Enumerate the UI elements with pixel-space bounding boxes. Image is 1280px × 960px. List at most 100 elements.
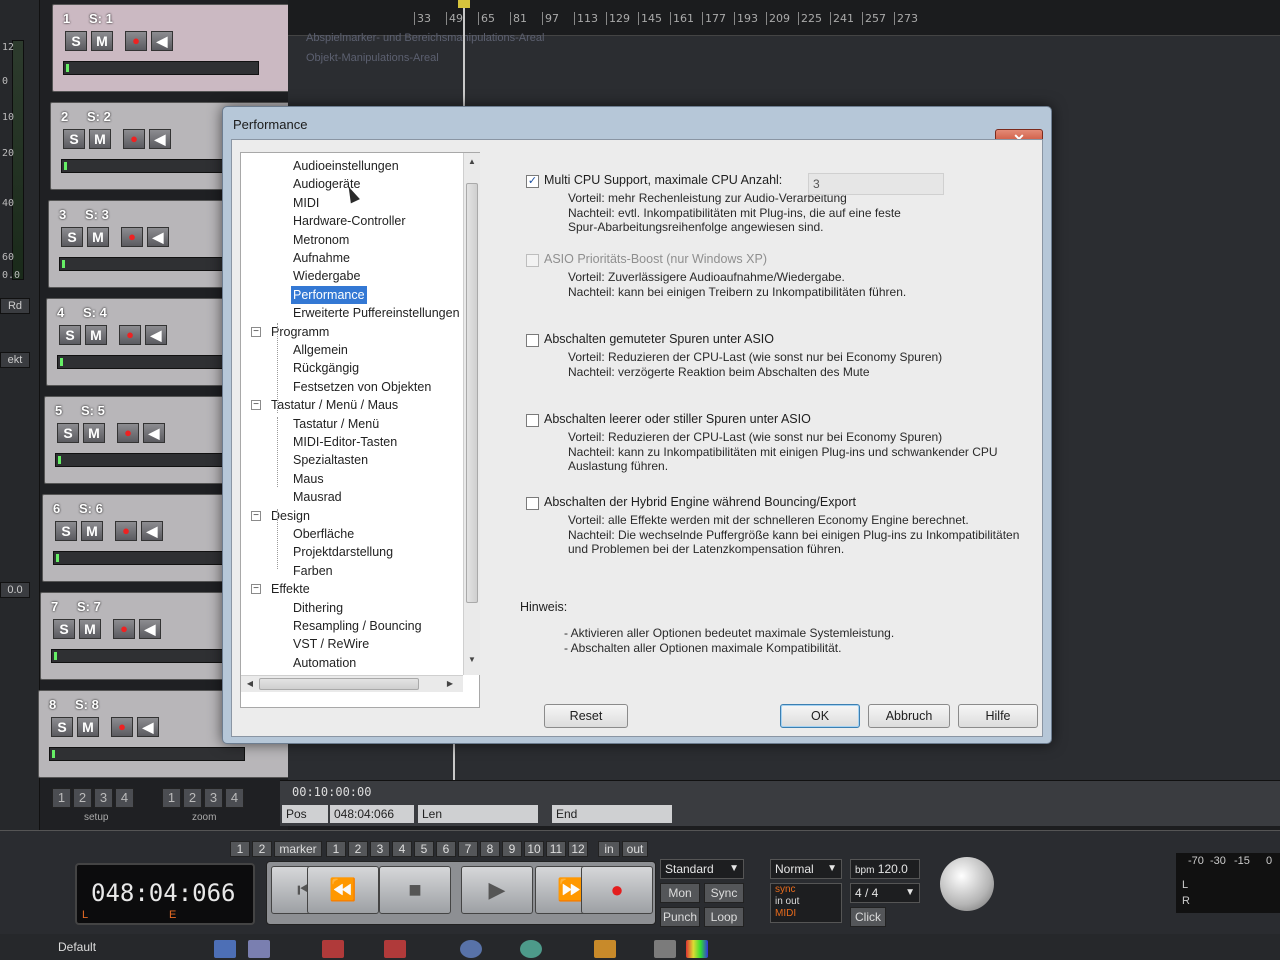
marker-button[interactable]: 4 <box>392 841 412 857</box>
monitor-button[interactable]: ◀ <box>141 521 163 541</box>
collapse-icon[interactable]: − <box>251 326 261 337</box>
mute-button[interactable]: M <box>85 325 107 345</box>
collapse-icon[interactable]: − <box>251 400 261 411</box>
option-checkbox[interactable] <box>526 334 539 347</box>
tree-item[interactable]: Programm <box>269 323 331 341</box>
track-volume-fader[interactable] <box>51 649 247 663</box>
playhead-line[interactable] <box>463 0 465 110</box>
mute-button[interactable]: M <box>81 521 103 541</box>
scroll-left-icon[interactable]: ◀ <box>243 679 257 688</box>
tree-item[interactable]: Metronom <box>291 231 351 249</box>
tree-item[interactable]: Wiedergabe <box>291 267 362 285</box>
len-field[interactable]: Len <box>418 805 538 823</box>
tool-icon-1[interactable] <box>214 940 236 958</box>
playhead-marker[interactable] <box>458 0 470 8</box>
record-arm-button[interactable]: ● <box>111 717 133 737</box>
tree-item[interactable]: Maus <box>291 470 326 488</box>
record-arm-button[interactable]: ● <box>115 521 137 541</box>
play-button[interactable]: ▶ <box>461 866 533 914</box>
help-button[interactable]: Hilfe <box>958 704 1038 728</box>
collapse-icon[interactable]: − <box>251 510 261 521</box>
tree-horizontal-scrollbar[interactable]: ◀ ▶ <box>241 675 463 692</box>
mute-button[interactable]: M <box>89 129 111 149</box>
wave-icon[interactable] <box>594 940 616 958</box>
record-eye-icon[interactable] <box>520 940 542 958</box>
solo-button[interactable]: S <box>53 619 75 639</box>
small-button-2[interactable]: 2 <box>252 841 272 857</box>
preset-select[interactable]: Default <box>58 940 96 954</box>
small-button-1[interactable]: 1 <box>230 841 250 857</box>
click-button[interactable]: Click <box>850 907 886 927</box>
tree-item[interactable]: Spezialtasten <box>291 451 370 469</box>
solo-button[interactable]: S <box>63 129 85 149</box>
marker-button[interactable]: 6 <box>436 841 456 857</box>
mute-button[interactable]: M <box>79 619 101 639</box>
tool-icon-2[interactable] <box>248 940 270 958</box>
time-display[interactable]: 048:04:066 L E <box>75 863 255 925</box>
tree-item[interactable]: VST / ReWire <box>291 635 371 653</box>
standard-select[interactable]: Standard ▼ <box>660 859 744 879</box>
tree-item[interactable]: Tastatur / Menü / Maus <box>269 396 400 414</box>
tree-item[interactable]: Automation <box>291 654 358 672</box>
option-label[interactable]: Abschalten leerer oder stiller Spuren un… <box>544 412 811 426</box>
record-arm-button[interactable]: ● <box>113 619 135 639</box>
sync-button[interactable]: Sync <box>704 883 744 903</box>
list-icon[interactable] <box>654 940 676 958</box>
tree-item[interactable]: Oberfläche <box>291 525 356 543</box>
tree-item[interactable]: Effekte <box>269 580 312 598</box>
eye-icon[interactable] <box>460 940 482 958</box>
solo-button[interactable]: S <box>65 31 87 51</box>
record-button[interactable]: ● <box>581 866 653 914</box>
solo-button[interactable]: S <box>57 423 79 443</box>
marker-button[interactable]: 12 <box>568 841 588 857</box>
track-header[interactable]: 1 S: 1 S M ● ◀ <box>52 4 318 92</box>
record-arm-button[interactable]: ● <box>117 423 139 443</box>
track-volume-fader[interactable] <box>63 61 259 75</box>
monitor-button[interactable]: ◀ <box>151 31 173 51</box>
tree-item[interactable]: Allgemein <box>291 341 350 359</box>
tree-item[interactable]: Performance <box>291 285 367 304</box>
timeline-ruler[interactable]: 33 49 65 81 97 113 129 145 161 177 193 209 225 241 257… <box>288 0 1280 36</box>
solo-button[interactable]: S <box>61 227 83 247</box>
zoom-button[interactable]: 2 <box>183 788 202 808</box>
tree-item[interactable]: Erweiterte Puffereinstellungen <box>291 304 462 322</box>
tree-item[interactable]: Tastatur / Menü <box>291 415 381 433</box>
zoom-button[interactable]: 1 <box>162 788 181 808</box>
side-label[interactable]: ekt <box>0 352 30 368</box>
spectrum-icon[interactable] <box>686 940 708 958</box>
mon-button[interactable]: Mon <box>660 883 700 903</box>
tree-item[interactable]: Farben <box>291 562 335 580</box>
side-label[interactable]: Rd <box>0 298 30 314</box>
tool-icon-3[interactable] <box>322 940 344 958</box>
tree-item[interactable]: Dithering <box>291 599 345 617</box>
mute-button[interactable]: M <box>83 423 105 443</box>
tree-item[interactable]: Aufnahme <box>291 249 352 267</box>
marker-out-button[interactable]: out <box>622 841 648 857</box>
tree-item[interactable]: Hardware-Controller <box>291 212 408 230</box>
tree-item[interactable]: MIDI-Editor-Tasten <box>291 433 399 451</box>
tree-horizontal-scroll-thumb[interactable] <box>259 678 419 690</box>
monitor-button[interactable]: ◀ <box>143 423 165 443</box>
solo-button[interactable]: S <box>59 325 81 345</box>
marker-button[interactable]: 2 <box>348 841 368 857</box>
volume-knob[interactable] <box>940 857 994 911</box>
marker-button[interactable]: 7 <box>458 841 478 857</box>
setup-button[interactable]: 1 <box>52 788 71 808</box>
cancel-button[interactable]: Abbruch <box>868 704 950 728</box>
normal-select[interactable]: Normal ▼ <box>770 859 842 879</box>
tree-item[interactable]: Projektdarstellung <box>291 543 395 561</box>
tree-item[interactable]: Audioeinstellungen <box>291 157 401 175</box>
setup-button[interactable]: 4 <box>115 788 134 808</box>
solo-button[interactable]: S <box>55 521 77 541</box>
scroll-down-icon[interactable]: ▼ <box>465 655 479 664</box>
collapse-icon[interactable]: − <box>251 584 261 595</box>
scroll-up-icon[interactable]: ▲ <box>465 157 479 166</box>
stop-button[interactable]: ■ <box>379 866 451 914</box>
loop-button[interactable]: Loop <box>704 907 744 927</box>
marker-button[interactable]: 3 <box>370 841 390 857</box>
reset-button[interactable]: Reset <box>544 704 628 728</box>
marker-in-button[interactable]: in <box>598 841 620 857</box>
record-arm-button[interactable]: ● <box>119 325 141 345</box>
marker-button[interactable]: 8 <box>480 841 500 857</box>
marker-button[interactable]: 1 <box>326 841 346 857</box>
